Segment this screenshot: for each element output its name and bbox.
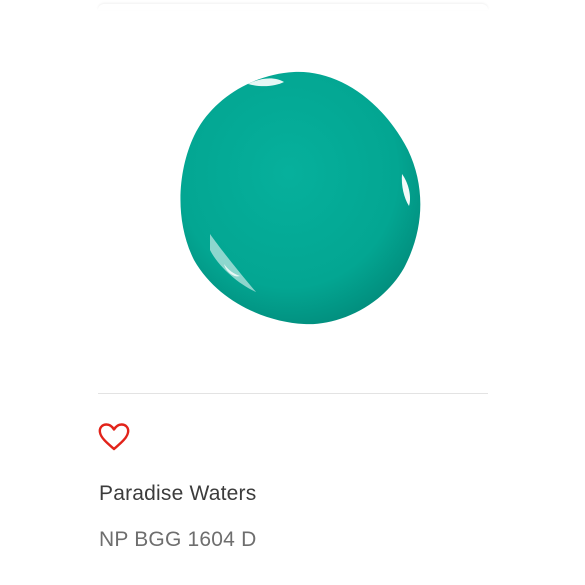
divider	[98, 393, 488, 394]
color-code: NP BGG 1604 D	[99, 528, 257, 551]
card-top-edge	[98, 4, 488, 10]
paint-blob-image	[180, 71, 421, 325]
color-name[interactable]: Paradise Waters	[99, 482, 256, 506]
paint-blob	[180, 71, 421, 325]
paint-swatch[interactable]	[176, 70, 426, 330]
favorite-button[interactable]	[97, 422, 131, 452]
heart-outline-icon	[98, 423, 130, 451]
